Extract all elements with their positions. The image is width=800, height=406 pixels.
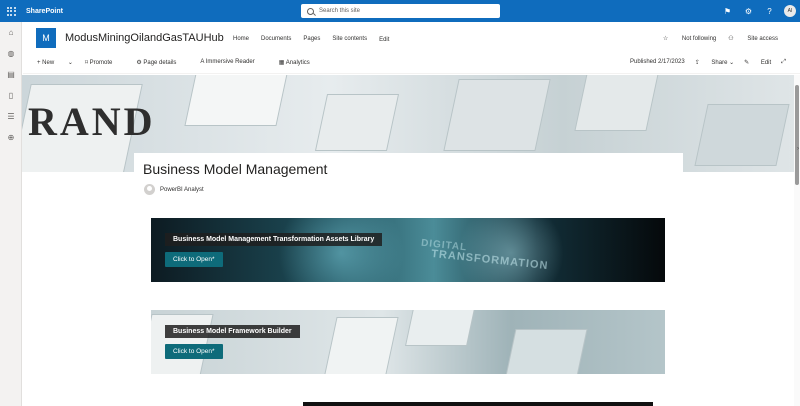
expand-icon[interactable]: ⤢ — [781, 59, 786, 66]
user-avatar[interactable]: AI — [784, 5, 796, 17]
card-cube — [406, 310, 476, 345]
page-details-label: Page details — [143, 60, 177, 66]
news-icon[interactable]: ▤ — [0, 64, 22, 85]
hero-letters: RAND — [28, 99, 156, 144]
help-icon[interactable]: ? — [759, 0, 780, 22]
suite-bar: SharePoint Search this site ⚑ ⚙ ? AI — [0, 0, 800, 22]
immersive-reader-button[interactable]: A Immersive Reader — [200, 59, 266, 66]
card-title: Business Model Management Transformation… — [165, 233, 383, 246]
document-icon[interactable]: ▯ — [0, 85, 22, 106]
app-launcher-icon[interactable] — [0, 0, 22, 22]
open-button[interactable]: Click to Open* — [165, 252, 223, 267]
create-icon[interactable]: ⊕ — [0, 127, 22, 148]
card-transformation-library[interactable]: DIGITAL TRANSFORMATION Business Model Ma… — [151, 218, 665, 282]
open-button[interactable]: Click to Open* — [165, 344, 223, 359]
card-title: Business Model Framework Builder — [165, 325, 300, 338]
card-glow — [451, 218, 571, 282]
share-label: Share — [711, 60, 728, 66]
follow-button[interactable]: ☆ Not following — [663, 35, 716, 42]
card-framework-builder[interactable]: Business Model Framework Builder Click t… — [151, 310, 665, 374]
edit-label: Edit — [760, 60, 772, 66]
edit-button[interactable]: ✎ Edit — [744, 59, 771, 66]
promote-label: Promote — [89, 60, 113, 66]
analytics-button[interactable]: ▦ Analytics — [279, 59, 322, 66]
app-bar: ⌂ ◍ ▤ ▯ ☰ ⊕ — [0, 22, 22, 406]
globe-icon[interactable]: ◍ — [0, 43, 22, 64]
page-scrollbar[interactable] — [794, 75, 800, 406]
hero-cube — [444, 80, 550, 150]
card-glow — [271, 218, 411, 282]
immersive-reader-label: Immersive Reader — [205, 59, 255, 65]
site-access-label: Site access — [747, 36, 778, 42]
published-status: Published 2/17/2023 — [630, 59, 685, 65]
card-cube — [505, 330, 587, 374]
hero-cube — [575, 75, 659, 130]
nav-edit[interactable]: Edit — [379, 37, 389, 43]
hero-cube — [316, 95, 398, 150]
nav-pages[interactable]: Pages — [303, 36, 320, 43]
author-name[interactable]: PowerBI Analyst — [160, 187, 204, 193]
hero-cube — [695, 105, 789, 165]
new-label: New — [42, 60, 55, 66]
scroll-indicator-icon: › — [797, 146, 799, 152]
nav-documents[interactable]: Documents — [261, 36, 291, 43]
author-avatar — [144, 184, 155, 195]
new-button[interactable]: + New ⌄ — [37, 59, 73, 66]
settings-icon[interactable]: ⚙ — [738, 0, 759, 22]
site-nav: Home Documents Pages Site contents Edit — [233, 36, 401, 43]
search-placeholder: Search this site — [319, 8, 361, 14]
site-header: M ModusMiningOilandGasTAUHub Home Docume… — [23, 22, 800, 54]
scroll-thumb[interactable] — [795, 85, 799, 185]
lists-icon[interactable]: ☰ — [0, 106, 22, 127]
brand-label[interactable]: SharePoint — [26, 8, 63, 15]
card-cube — [324, 318, 398, 374]
share-button[interactable]: ⇪ Share ⌄ — [695, 59, 734, 66]
page-title: Business Model Management — [143, 161, 328, 177]
search-box[interactable]: Search this site — [301, 4, 500, 18]
promote-button[interactable]: ⌑ Promote — [85, 59, 124, 66]
nav-site-contents[interactable]: Site contents — [332, 36, 367, 43]
search-icon — [307, 7, 314, 15]
site-title[interactable]: ModusMiningOilandGasTAUHub — [65, 32, 224, 44]
nav-home[interactable]: Home — [233, 36, 249, 43]
analytics-label: Analytics — [285, 60, 310, 66]
page-details-button[interactable]: ⚙ Page details — [136, 59, 188, 66]
command-bar: + New ⌄ ⌑ Promote ⚙ Page details A Immer… — [23, 54, 800, 74]
hero-cube — [185, 75, 289, 125]
home-icon[interactable]: ⌂ — [0, 22, 22, 43]
follow-label: Not following — [681, 36, 717, 42]
next-section-image — [303, 402, 653, 406]
megaphone-icon[interactable]: ⚑ — [717, 0, 738, 22]
site-logo[interactable]: M — [36, 28, 56, 48]
site-access-button[interactable]: ⚇ Site access — [728, 35, 778, 42]
